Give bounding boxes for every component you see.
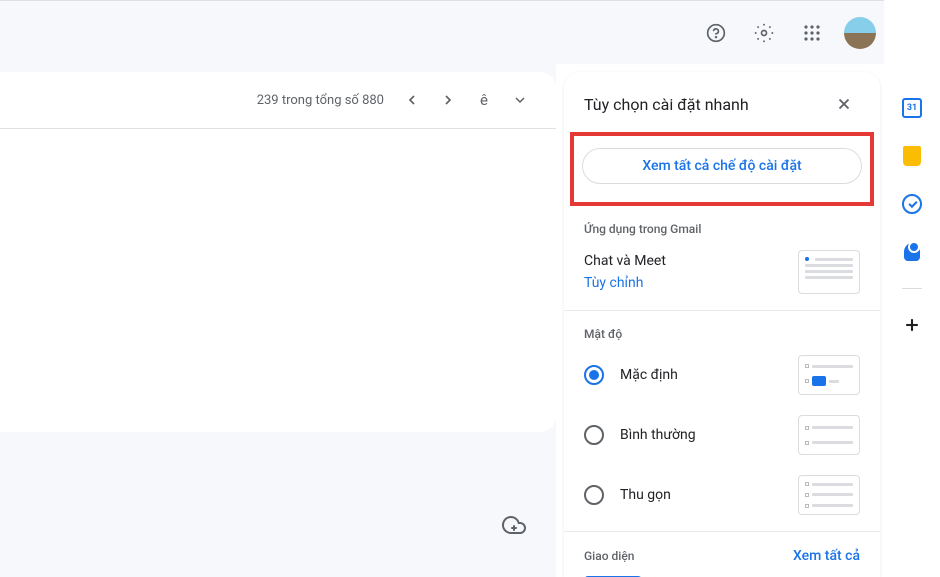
close-icon[interactable] [828, 88, 860, 120]
density-thumb-compact [798, 475, 860, 515]
density-option-default[interactable]: Mặc định [584, 355, 860, 395]
theme-section: Giao diện Xem tất cả Gmail [564, 532, 880, 577]
list-toolbar: 239 trong tổng số 880 ê [0, 72, 556, 128]
density-section-title: Mật độ [584, 327, 860, 341]
radio-unchecked-icon[interactable] [584, 485, 604, 505]
theme-view-all-link[interactable]: Xem tất cả [793, 548, 860, 564]
density-label: Bình thường [620, 427, 696, 443]
contacts-app-icon[interactable] [892, 232, 932, 272]
density-label: Mặc định [620, 367, 678, 383]
prev-page-button[interactable] [396, 84, 428, 116]
gear-icon[interactable] [744, 13, 784, 53]
avatar[interactable] [844, 17, 876, 49]
top-bar [0, 0, 940, 64]
content-panel: 239 trong tổng số 880 ê [0, 72, 556, 432]
see-all-settings-button[interactable]: Xem tất cả chế độ cài đặt [582, 148, 862, 184]
apps-section: Ứng dụng trong Gmail Chat và Meet Tùy ch… [564, 206, 880, 311]
density-thumb-default [798, 355, 860, 395]
density-section: Mật độ Mặc định Bình thường [564, 311, 880, 532]
tasks-app-icon[interactable] [892, 184, 932, 224]
density-option-compact[interactable]: Thu gọn [584, 475, 860, 515]
apps-section-title: Ứng dụng trong Gmail [584, 222, 860, 236]
keep-app-icon[interactable] [892, 136, 932, 176]
offline-sync-icon[interactable] [502, 513, 526, 537]
divider [0, 128, 556, 129]
radio-checked-icon[interactable] [584, 365, 604, 385]
pager-text: 239 trong tổng số 880 [257, 93, 384, 108]
rail-separator [902, 288, 922, 289]
input-tools-dropdown-icon[interactable] [504, 84, 536, 116]
chat-meet-label: Chat và Meet [584, 253, 666, 269]
next-page-button[interactable] [432, 84, 464, 116]
apps-thumbnail [798, 250, 860, 294]
apps-grid-icon[interactable] [792, 13, 832, 53]
main-area: 239 trong tổng số 880 ê [0, 64, 556, 577]
input-tools-button[interactable]: ê [468, 84, 500, 116]
quick-settings-title: Tùy chọn cài đặt nhanh [584, 95, 749, 114]
density-label: Thu gọn [620, 487, 671, 503]
density-option-comfortable[interactable]: Bình thường [584, 415, 860, 455]
density-thumb-comfortable [798, 415, 860, 455]
add-app-icon[interactable] [892, 305, 932, 345]
quick-settings-panel: Tùy chọn cài đặt nhanh Xem tất cả chế độ… [564, 72, 880, 577]
quick-settings-header: Tùy chọn cài đặt nhanh [564, 72, 880, 132]
theme-section-title: Giao diện [584, 549, 634, 563]
side-panel-rail [884, 0, 940, 577]
customize-link[interactable]: Tùy chỉnh [584, 275, 666, 291]
radio-unchecked-icon[interactable] [584, 425, 604, 445]
help-icon[interactable] [696, 13, 736, 53]
highlight-annotation: Xem tất cả chế độ cài đặt [570, 132, 874, 206]
calendar-app-icon[interactable] [892, 88, 932, 128]
